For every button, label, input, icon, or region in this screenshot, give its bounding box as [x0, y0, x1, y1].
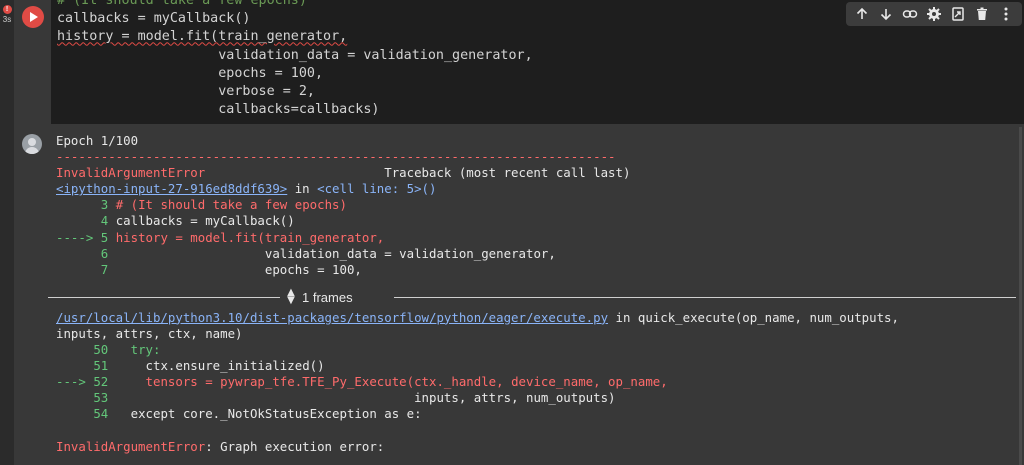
delete-icon[interactable] [970, 2, 994, 26]
traceback-line: 3 # (It should take a few epochs) [100, 197, 347, 213]
cell-gutter [0, 0, 14, 465]
frames-count: 1 frames [302, 289, 353, 305]
traceback-header-line: InvalidArgumentError Traceback (most rec… [56, 165, 1022, 181]
link-icon[interactable] [898, 2, 922, 26]
code-line: epochs = 100, [57, 65, 324, 81]
execution-time: 3s [2, 15, 12, 24]
source-file-link[interactable]: /usr/local/lib/python3.10/dist-packages/… [56, 310, 608, 325]
final-error-line: InvalidArgumentError: Graph execution er… [56, 439, 1022, 455]
code-text[interactable]: # (It should take a few epochs) callback… [57, 0, 533, 119]
traceback-title: Traceback (most recent call last) [205, 165, 631, 181]
execution-status: ! 3s [0, 5, 14, 24]
error-indicator-icon: ! [2, 5, 12, 14]
frames-divider-right [394, 296, 1016, 298]
cell-toolbar [846, 2, 1022, 26]
epoch-line: Epoch 1/100 [56, 133, 139, 148]
code-line: callbacks = myCallback() [57, 11, 251, 27]
code-line: verbose = 2, [57, 84, 315, 100]
expand-collapse-icon[interactable]: ▲ ▼ [284, 287, 298, 307]
more-vert-icon[interactable] [994, 2, 1018, 26]
file-location-line: /usr/local/lib/python3.10/dist-packages/… [56, 309, 899, 325]
file-location-cont: inputs, attrs, ctx, name) [56, 325, 243, 341]
frames-collapse-toggle[interactable]: ▲ ▼ 1 frames [6, 287, 1016, 309]
frame1-lines: 3 # (It should take a few epochs) 4 call… [56, 197, 1022, 277]
traceback-line: 4 callbacks = myCallback() [100, 213, 295, 229]
frame2-lines: 50 try: 51 ctx.ensure_initialized() --->… [56, 342, 1022, 422]
cell-output: Epoch 1/100 ----------------------------… [48, 133, 1022, 455]
final-error-message: : Graph execution error: [205, 438, 385, 454]
traceback-line: 6 validation_data = validation_generator… [100, 245, 556, 261]
traceback-line: 7 epochs = 100, [100, 261, 362, 277]
traceback-line: 50 try: [93, 342, 161, 358]
output-avatar-icon[interactable] [22, 134, 42, 154]
traceback-line: 51 ctx.ensure_initialized() [93, 358, 325, 374]
mirror-cell-icon[interactable] [946, 2, 970, 26]
traceback-line-current: ----> 5 history = model.fit(train_genera… [56, 229, 385, 245]
cell-location-line: <ipython-input-27-916ed8ddf639> in <cell… [56, 181, 437, 197]
code-line: validation_data = validation_generator, [57, 47, 533, 63]
traceback-line-current: ---> 52 tensors = pywrap_tfe.TFE_Py_Exec… [56, 374, 668, 390]
frames-divider-left [48, 296, 280, 298]
code-line: callbacks=callbacks) [57, 102, 380, 118]
gear-icon[interactable] [922, 2, 946, 26]
traceback-line: 53 inputs, attrs, num_outputs) [93, 390, 616, 406]
traceback-line: 54 except core._NotOkStatusException as … [93, 406, 422, 422]
cell-line-ref: <cell line: 5>() [317, 181, 437, 197]
code-editor[interactable]: # (It should take a few epochs) callback… [51, 0, 1024, 124]
arrow-down-icon[interactable] [874, 2, 898, 26]
separator-dashes: ----------------------------------------… [56, 149, 616, 165]
code-line: # (It should take a few epochs) [57, 0, 307, 8]
cell-source-link[interactable]: <ipython-input-27-916ed8ddf639> [56, 181, 287, 196]
arrow-up-icon[interactable] [850, 2, 874, 26]
code-line: history = model.fit(train_generator, [57, 29, 348, 45]
error-type: InvalidArgumentError [56, 165, 206, 181]
run-cell-button[interactable] [22, 6, 44, 28]
play-icon [30, 12, 38, 22]
final-error-type: InvalidArgumentError [56, 438, 206, 454]
